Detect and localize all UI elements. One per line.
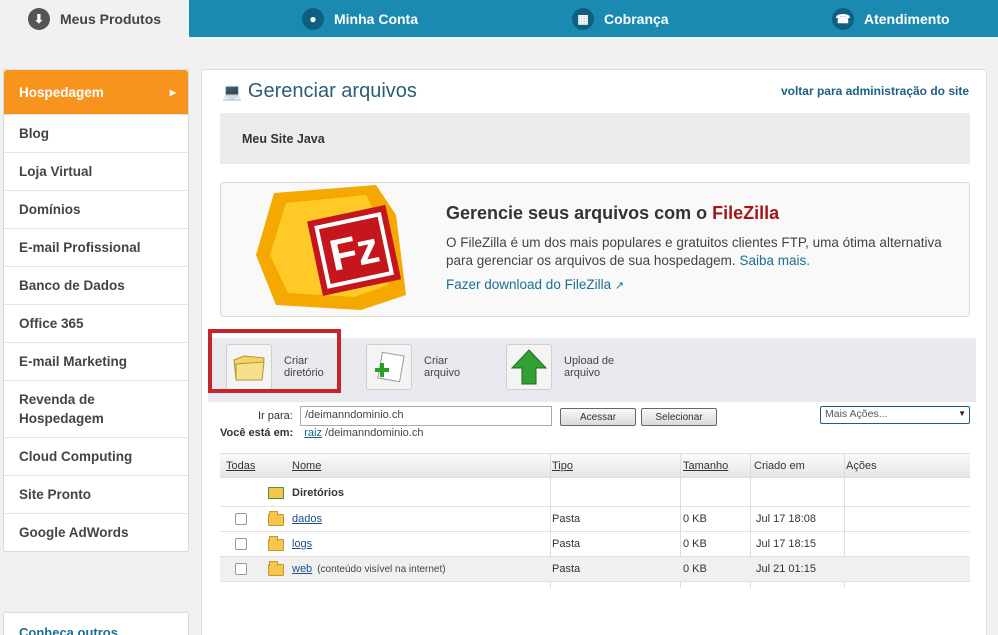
promo-heading-brand: FileZilla <box>712 203 780 223</box>
sidebar-item-dominios[interactable]: Domínios <box>4 190 188 228</box>
site-name-bar: Meu Site Java <box>220 113 970 164</box>
file-created: Jul 17 18:15 <box>756 538 816 550</box>
sidebar-item-loja-virtual[interactable]: Loja Virtual <box>4 152 188 190</box>
goto-label: Ir para: <box>258 410 293 422</box>
computer-icon: 💻 <box>222 83 242 101</box>
sidebar-item-office-365[interactable]: Office 365 <box>4 304 188 342</box>
sidebar-item-site-pronto[interactable]: Site Pronto <box>4 475 188 513</box>
file-name-cell: web (conteúdo visível na internet) <box>292 563 446 575</box>
download-filezilla-link[interactable]: Fazer download do FileZilla ↗ <box>446 277 624 292</box>
file-size: 0 KB <box>683 563 707 575</box>
sidebar-item-cloud-computing[interactable]: Cloud Computing <box>4 437 188 475</box>
file-note: (conteúdo visível na internet) <box>317 564 446 575</box>
top-navigation: ⬇ Meus Produtos ● Minha Conta ▦ Cobrança… <box>0 0 998 37</box>
back-to-admin-link[interactable]: voltar para administração do site <box>781 84 969 98</box>
sidebar-item-email-marketing[interactable]: E-mail Marketing <box>4 342 188 380</box>
upload-file-button[interactable]: Upload de arquivo <box>506 344 614 390</box>
promo-heading-prefix: Gerencie seus arquivos com o <box>446 203 708 223</box>
path-input[interactable]: /deimanndominio.ch <box>300 406 552 426</box>
folder-icon <box>268 561 284 576</box>
tab-label: Atendimento <box>864 10 950 27</box>
file-size: 0 KB <box>683 538 707 550</box>
sidebar-item-email-profissional[interactable]: E-mail Profissional <box>4 228 188 266</box>
select-button[interactable]: Selecionar <box>641 408 717 426</box>
table-row: dados Pasta 0 KB Jul 17 18:08 <box>220 507 970 532</box>
tab-minha-conta[interactable]: ● Minha Conta <box>302 0 418 37</box>
file-type: Pasta <box>552 513 581 525</box>
location-path: /deimanndominio.ch <box>325 427 424 439</box>
column-actions: Ações <box>846 460 877 472</box>
create-file-label: Criar arquivo <box>424 355 461 379</box>
sidebar: Hospedagem ▶ Blog Loja Virtual Domínios … <box>3 69 189 552</box>
current-location: Você está em: raiz /deimanndominio.ch <box>220 427 423 439</box>
sidebar-item-label: Hospedagem <box>19 84 104 100</box>
filezilla-logo: Fz <box>256 185 406 310</box>
file-size: 0 KB <box>683 513 707 525</box>
sidebar-item-label: Revenda de Hospedagem <box>19 392 104 426</box>
filezilla-promo: Fz Gerencie seus arquivos com o FileZill… <box>220 182 970 317</box>
create-file-button[interactable]: Criar arquivo <box>366 344 460 390</box>
upload-arrow-icon <box>506 344 552 390</box>
file-name-link[interactable]: logs <box>292 538 312 550</box>
download-icon: ⬇ <box>27 7 50 30</box>
promo-description: O FileZilla é um dos mais populares e gr… <box>446 235 942 268</box>
file-table: Todas Nome Tipo Tamanho Criado em Ações … <box>220 453 970 588</box>
promo-text: O FileZilla é um dos mais populares e gr… <box>446 234 946 270</box>
section-row: Diretórios <box>220 478 970 507</box>
sidebar-item-revenda[interactable]: Revenda de Hospedagem <box>4 380 188 437</box>
tab-atendimento[interactable]: ☎ Atendimento <box>832 0 950 37</box>
new-file-icon <box>366 344 412 390</box>
external-link-icon: ↗ <box>614 280 625 292</box>
sidebar-item-hospedagem[interactable]: Hospedagem ▶ <box>4 70 188 114</box>
tab-label: Cobrança <box>604 10 669 27</box>
sidebar-item-blog[interactable]: Blog <box>4 114 188 152</box>
column-type[interactable]: Tipo <box>552 460 573 472</box>
root-link[interactable]: raiz <box>304 427 322 439</box>
sidebar-item-google-adwords[interactable]: Google AdWords <box>4 513 188 551</box>
tab-label: Minha Conta <box>334 10 418 27</box>
select-all-link[interactable]: Todas <box>226 460 255 472</box>
column-size[interactable]: Tamanho <box>683 460 728 472</box>
promo-heading: Gerencie seus arquivos com o FileZilla <box>446 203 779 224</box>
access-button[interactable]: Acessar <box>560 408 636 426</box>
chevron-right-icon: ▶ <box>169 87 176 97</box>
file-type: Pasta <box>552 563 581 575</box>
file-created: Jul 21 01:15 <box>756 563 816 575</box>
upload-file-label: Upload de arquivo <box>564 355 615 379</box>
table-row: logs Pasta 0 KB Jul 17 18:15 <box>220 532 970 557</box>
folder-icon <box>268 536 284 551</box>
tab-cobranca[interactable]: ▦ Cobrança <box>572 0 669 37</box>
folder-icon <box>268 511 284 526</box>
tab-label: Meus Produtos <box>59 10 162 27</box>
page-title: 💻 Gerenciar arquivos <box>222 80 417 103</box>
column-created: Criado em <box>754 460 805 472</box>
location-label: Você está em: <box>220 427 294 439</box>
row-checkbox[interactable] <box>235 513 247 525</box>
row-checkbox[interactable] <box>235 538 247 550</box>
support-icon: ☎ <box>832 7 854 30</box>
saiba-mais-link[interactable]: Saiba mais. <box>739 253 810 268</box>
main-panel: 💻 Gerenciar arquivos voltar para adminis… <box>201 69 987 635</box>
file-type: Pasta <box>552 538 581 550</box>
create-directory-highlight <box>208 329 341 393</box>
folder-up-icon <box>268 487 284 499</box>
file-created: Jul 17 18:08 <box>756 513 816 525</box>
tab-meus-produtos[interactable]: ⬇ Meus Produtos <box>0 0 189 37</box>
download-link-label: Fazer download do FileZilla <box>446 277 612 292</box>
page-title-text: Gerenciar arquivos <box>247 80 417 102</box>
table-row: web (conteúdo visível na internet) Pasta … <box>220 557 970 582</box>
sidebar-more-link[interactable]: Conheça outros <box>3 612 189 635</box>
sidebar-item-banco-de-dados[interactable]: Banco de Dados <box>4 266 188 304</box>
column-name[interactable]: Nome <box>292 460 321 472</box>
file-name-link[interactable]: dados <box>292 513 322 525</box>
section-label: Diretórios <box>292 487 344 499</box>
file-name-link[interactable]: web <box>292 563 312 575</box>
more-actions-select[interactable]: Mais Ações... <box>820 406 970 424</box>
table-header: Todas Nome Tipo Tamanho Criado em Ações <box>220 453 970 478</box>
user-icon: ● <box>302 7 324 30</box>
svg-text:Fz: Fz <box>325 223 383 281</box>
calculator-icon: ▦ <box>572 7 594 30</box>
row-checkbox[interactable] <box>235 563 247 575</box>
